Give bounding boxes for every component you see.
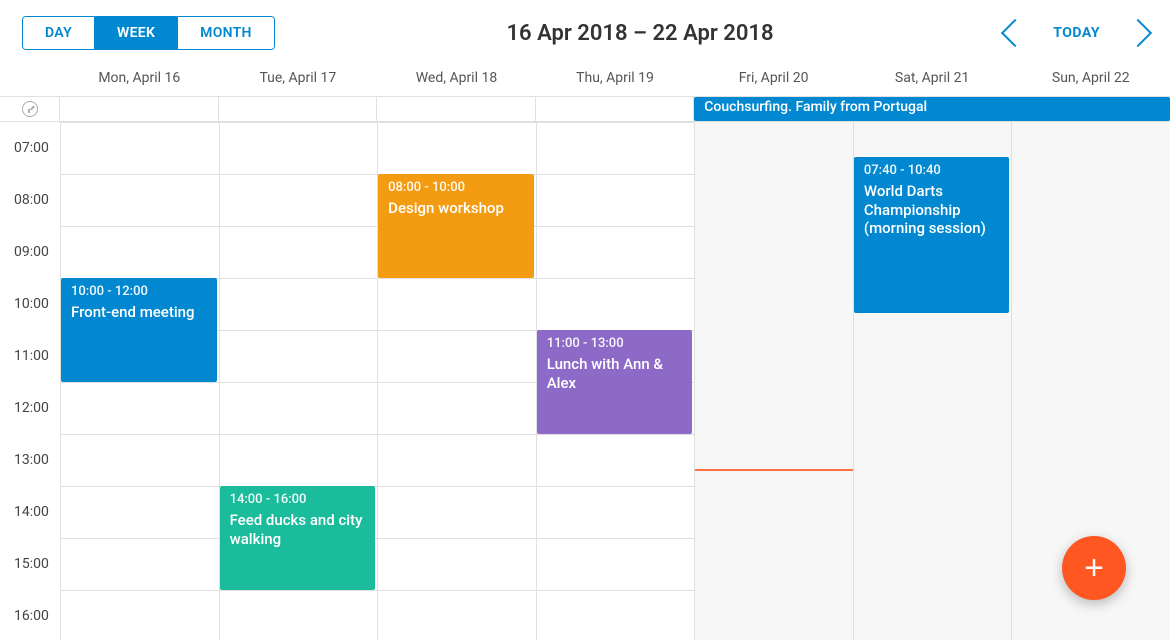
calendar-event[interactable]: 14:00 - 16:00 Feed ducks and city walking — [220, 486, 376, 590]
view-month-button[interactable]: MONTH — [178, 17, 274, 49]
plus-icon: + — [1084, 551, 1104, 585]
time-grid: 07:0008:0009:0010:0011:0012:0013:0014:00… — [0, 122, 1170, 640]
view-day-button[interactable]: DAY — [23, 17, 94, 49]
calendar-event[interactable]: 10:00 - 12:00 Front-end meeting — [61, 278, 217, 382]
day-columns: 10:00 - 12:00 Front-end meeting 14:00 - 1… — [60, 122, 1170, 640]
chevron-right-icon[interactable] — [1124, 19, 1152, 47]
day-column-tue[interactable]: 14:00 - 16:00 Feed ducks and city walking — [219, 122, 378, 640]
time-gutter: 07:0008:0009:0010:0011:0012:0013:0014:00… — [0, 122, 60, 640]
event-title: Lunch with Ann & Alex — [547, 355, 685, 393]
allday-gutter — [0, 97, 60, 121]
event-title: Feed ducks and city walking — [230, 511, 368, 549]
allday-cell-wed[interactable] — [377, 97, 536, 121]
day-header-wed: Wed, April 18 — [377, 64, 536, 96]
event-title: Front-end meeting — [71, 303, 209, 322]
allday-cell-thu[interactable] — [536, 97, 695, 121]
event-time-label: 14:00 - 16:00 — [230, 492, 368, 507]
date-navigation: TODAY — [1005, 23, 1148, 43]
day-column-fri[interactable] — [694, 122, 853, 640]
allday-row: Couchsurfing. Family from Portugal — [0, 96, 1170, 122]
event-time-label: 10:00 - 12:00 — [71, 284, 209, 299]
date-range-label: 16 Apr 2018 – 22 Apr 2018 — [506, 21, 773, 46]
time-gutter-spacer — [0, 64, 60, 96]
chevron-left-icon[interactable] — [1001, 19, 1029, 47]
allday-event[interactable]: Couchsurfing. Family from Portugal — [694, 97, 1170, 121]
day-header-sun: Sun, April 22 — [1011, 64, 1170, 96]
calendar-event[interactable]: 08:00 - 10:00 Design workshop — [378, 174, 534, 278]
allday-cell-mon[interactable] — [60, 97, 219, 121]
day-column-mon[interactable]: 10:00 - 12:00 Front-end meeting — [60, 122, 219, 640]
clock-icon — [22, 101, 38, 117]
calendar-event[interactable]: 07:40 - 10:40 World Darts Championship (m… — [854, 157, 1010, 313]
calendar-event[interactable]: 11:00 - 13:00 Lunch with Ann & Alex — [537, 330, 693, 434]
allday-grid[interactable]: Couchsurfing. Family from Portugal — [60, 97, 1170, 121]
day-column-wed[interactable]: 08:00 - 10:00 Design workshop — [377, 122, 536, 640]
day-header-thu: Thu, April 19 — [536, 64, 695, 96]
day-column-thu[interactable]: 11:00 - 13:00 Lunch with Ann & Alex — [536, 122, 695, 640]
day-header-row: Mon, April 16 Tue, April 17 Wed, April 1… — [0, 64, 1170, 96]
event-title: World Darts Championship (morning sessio… — [864, 182, 1002, 238]
event-time-label: 08:00 - 10:00 — [388, 180, 526, 195]
day-column-sat[interactable]: 07:40 - 10:40 World Darts Championship (m… — [853, 122, 1012, 640]
day-header-sat: Sat, April 21 — [853, 64, 1012, 96]
day-header-mon: Mon, April 16 — [60, 64, 219, 96]
day-header-fri: Fri, April 20 — [694, 64, 853, 96]
allday-cell-tue[interactable] — [219, 97, 378, 121]
now-indicator — [695, 469, 853, 471]
day-header-tue: Tue, April 17 — [219, 64, 378, 96]
view-week-button[interactable]: WEEK — [95, 17, 177, 49]
event-time-label: 07:40 - 10:40 — [864, 163, 1002, 178]
view-switcher: DAY WEEK MONTH — [22, 16, 275, 50]
event-time-label: 11:00 - 13:00 — [547, 336, 685, 351]
toolbar: DAY WEEK MONTH 16 Apr 2018 – 22 Apr 2018… — [0, 0, 1170, 64]
add-event-button[interactable]: + — [1062, 536, 1126, 600]
today-button[interactable]: TODAY — [1053, 25, 1100, 41]
event-title: Design workshop — [388, 199, 526, 218]
